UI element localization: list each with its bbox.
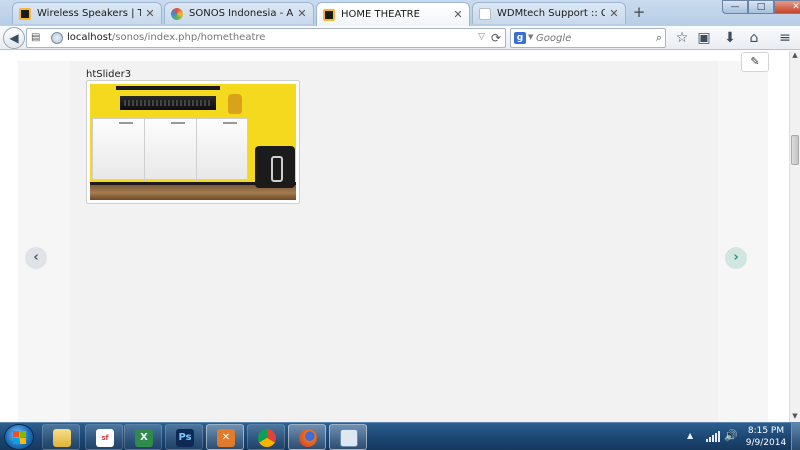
cabinet-door xyxy=(93,119,145,181)
tab-sonos-indonesia-admin[interactable]: SONOS Indonesia - Admini... ✕ xyxy=(164,2,314,24)
volume-icon[interactable]: 🔊 xyxy=(724,429,738,442)
cabinet-door xyxy=(197,119,249,181)
tab-close-icon[interactable]: ✕ xyxy=(453,8,463,21)
show-hidden-icons-icon[interactable]: ▲ xyxy=(687,431,693,440)
sonos-favicon-icon xyxy=(19,7,31,20)
address-host: localhost xyxy=(67,32,112,43)
engine-dropdown-icon[interactable]: ▼ xyxy=(528,33,533,41)
window-controls: — □ ✕ xyxy=(722,0,800,14)
photoshop-icon: Ps xyxy=(176,429,194,447)
smartfren-icon: sf xyxy=(96,429,114,447)
sonos-favicon-icon xyxy=(323,8,335,21)
search-input[interactable] xyxy=(536,31,646,46)
menu-icon[interactable]: ≡ xyxy=(777,30,793,46)
tab-title: WDMtech Support :: Category L... xyxy=(497,8,605,19)
page-icon: ▤ xyxy=(31,32,41,43)
network-signal-icon[interactable] xyxy=(706,430,720,442)
edit-button[interactable]: ✎ xyxy=(741,52,769,72)
search-box[interactable]: g ▼ ⌕ xyxy=(510,28,666,48)
app-window-icon xyxy=(340,429,358,447)
start-button[interactable] xyxy=(4,424,34,450)
chevron-left-icon: ‹ xyxy=(33,250,39,265)
tab-wdmtech-support[interactable]: WDMtech Support :: Category L... ✕ xyxy=(472,2,626,24)
clock-date: 9/9/2014 xyxy=(745,438,787,448)
tab-title: Wireless Speakers | The Wi... xyxy=(37,8,141,19)
joomla-favicon-icon xyxy=(171,7,183,20)
tab-title: SONOS Indonesia - Admini... xyxy=(189,8,293,19)
tab-home-theatre[interactable]: HOME THEATRE ✕ xyxy=(316,2,470,26)
subwoofer-graphic xyxy=(255,146,295,188)
cabinet-graphic xyxy=(92,118,249,181)
taskbar-app-photoshop[interactable]: Ps xyxy=(165,424,203,450)
wall-shelf xyxy=(116,86,220,90)
history-dropdown-icon[interactable]: ▽ xyxy=(478,32,485,42)
folder-icon xyxy=(53,429,71,447)
firefox-icon xyxy=(299,429,317,447)
taskbar-app-chrome[interactable] xyxy=(247,424,285,450)
taskbar-app-window[interactable] xyxy=(329,424,367,450)
page-favicon-icon xyxy=(479,7,491,20)
edit-icon: ✎ xyxy=(750,55,760,68)
reload-icon[interactable]: ⟳ xyxy=(491,31,501,45)
tab-close-icon[interactable]: ✕ xyxy=(609,7,619,20)
back-arrow-icon: ◀ xyxy=(9,31,19,45)
tab-close-icon[interactable]: ✕ xyxy=(297,7,307,20)
address-text[interactable]: localhost/sonos/index.php/hometheatre xyxy=(67,32,265,43)
chevron-right-icon: › xyxy=(733,250,739,265)
close-window-button[interactable]: ✕ xyxy=(774,0,800,14)
back-button[interactable]: ◀ xyxy=(3,27,25,49)
xampp-icon: ✕ xyxy=(217,429,235,447)
browser-nav-bar: ◀ ▤ localhost/sonos/index.php/hometheatr… xyxy=(0,26,800,50)
slider-title: htSlider3 xyxy=(86,69,132,80)
home-icon[interactable]: ⌂ xyxy=(746,30,762,46)
scrollbar-thumb[interactable] xyxy=(791,135,799,165)
address-bar[interactable]: ▤ localhost/sonos/index.php/hometheatre … xyxy=(26,28,506,48)
browser-tab-strip: Wireless Speakers | The Wi... ✕ SONOS In… xyxy=(0,0,800,26)
taskbar-app-xampp[interactable]: ✕ xyxy=(206,424,244,450)
excel-icon: X xyxy=(135,429,153,447)
search-icon[interactable]: ⌕ xyxy=(656,31,662,45)
clock-time: 8:15 PM xyxy=(747,426,785,436)
show-desktop-button[interactable] xyxy=(791,423,800,450)
tab-close-icon[interactable]: ✕ xyxy=(145,7,155,20)
globe-icon xyxy=(51,32,63,44)
vertical-scrollbar[interactable]: ▲ ▼ xyxy=(789,51,800,422)
vase-graphic xyxy=(228,94,242,114)
cabinet-door xyxy=(145,119,197,181)
slider-next-button[interactable]: › xyxy=(725,247,747,269)
download-icon[interactable]: ⬇ xyxy=(722,30,738,46)
minimize-button[interactable]: — xyxy=(722,0,748,14)
maximize-button[interactable]: □ xyxy=(748,0,774,14)
home-theatre-photo xyxy=(90,84,296,200)
address-path: /sonos/index.php/hometheatre xyxy=(111,32,266,43)
tab-title: HOME THEATRE xyxy=(341,9,420,20)
slider-prev-button[interactable]: ‹ xyxy=(25,247,47,269)
star-icon[interactable]: ☆ xyxy=(674,30,690,46)
clipboard-icon[interactable]: ▣ xyxy=(696,30,712,46)
page-viewport: ✎ htSlider3 ‹ › xyxy=(0,51,789,422)
taskbar-app-excel[interactable]: X xyxy=(124,424,162,450)
google-icon[interactable]: g xyxy=(514,32,526,44)
taskbar-app-firefox[interactable] xyxy=(288,424,326,450)
taskbar-app-explorer[interactable] xyxy=(42,424,80,450)
new-tab-button[interactable]: + xyxy=(630,3,648,21)
soundbar-graphic xyxy=(120,96,216,110)
scroll-down-icon[interactable]: ▼ xyxy=(790,412,800,422)
slider-image-card[interactable] xyxy=(86,80,300,204)
screen: Wireless Speakers | The Wi... ✕ SONOS In… xyxy=(0,0,800,450)
taskbar-app-smartfren[interactable]: sf xyxy=(85,424,123,450)
scroll-up-icon[interactable]: ▲ xyxy=(790,51,800,61)
windows-taskbar: sf X Ps ✕ ▲ 🔊 8:15 PM 9/9/2014 xyxy=(0,422,800,450)
chrome-icon xyxy=(258,429,276,447)
taskbar-clock[interactable]: 8:15 PM 9/9/2014 xyxy=(742,425,790,449)
tab-wireless-speakers[interactable]: Wireless Speakers | The Wi... ✕ xyxy=(12,2,162,24)
